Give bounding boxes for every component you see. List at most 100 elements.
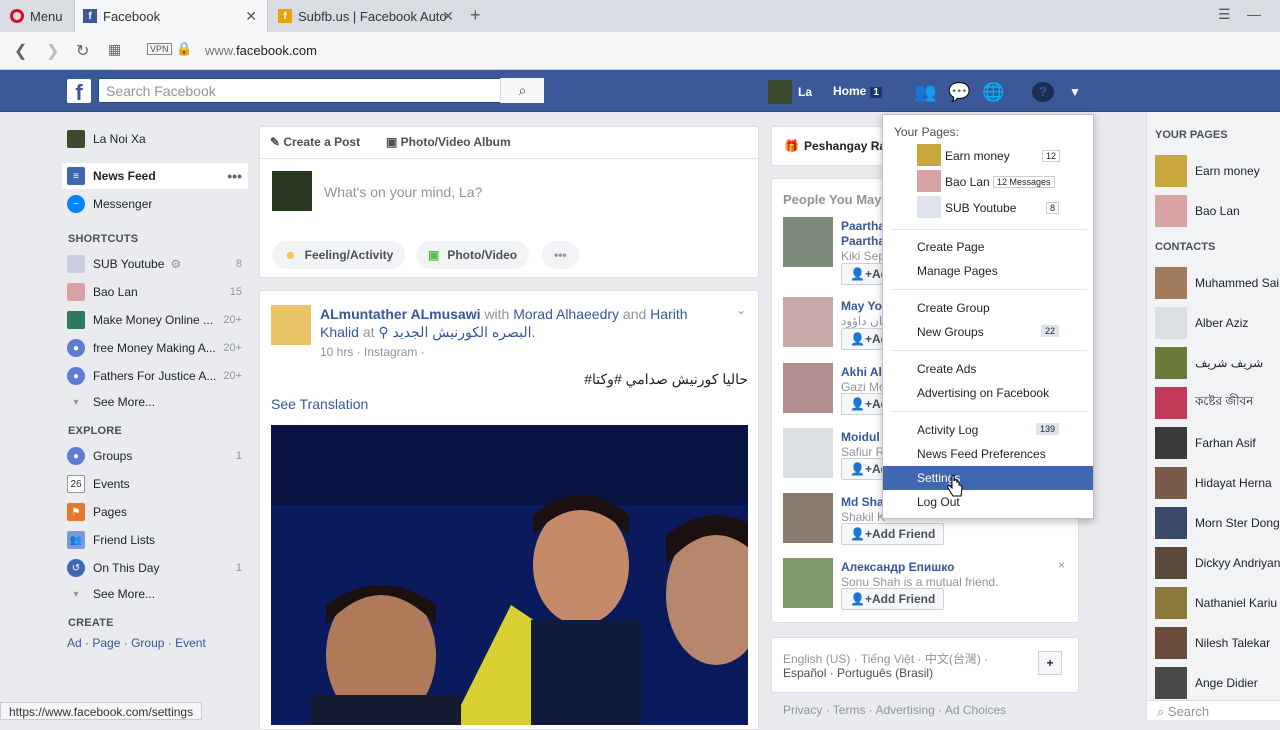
messages-icon[interactable]: 💬 <box>948 82 970 102</box>
footer-links[interactable]: Privacy · Terms · Advertising · Ad Choic… <box>783 703 1006 717</box>
person-name[interactable]: Md Sha <box>841 495 885 510</box>
language-links[interactable]: English (US) · Tiếng Việt · 中文(台灣) · <box>783 650 988 667</box>
add-friend-button[interactable]: 👤+ Add Friend <box>841 588 945 610</box>
shortcut-sub-youtube[interactable]: SUB Youtube ⚙ 8 <box>62 251 248 277</box>
dismiss-icon[interactable]: × <box>1058 558 1065 572</box>
contact-item[interactable]: Nathaniel Kariu <box>1155 587 1277 619</box>
back-icon[interactable]: ❮ <box>14 41 27 61</box>
sidebar-item-on-this-day[interactable]: ↺ On This Day 1 <box>62 555 248 581</box>
search-input[interactable]: Search Facebook <box>98 78 544 103</box>
photo-album-tab[interactable]: ▣ Photo/Video Album <box>386 135 511 149</box>
sidebar-item-messenger[interactable]: ~ Messenger <box>62 191 248 217</box>
speed-dial-icon[interactable]: ▦ <box>108 41 121 58</box>
create-ads-item[interactable]: Create Ads <box>917 362 976 376</box>
create-page-item[interactable]: Create Page <box>917 240 984 254</box>
post-author[interactable]: ALmuntather ALmusawi <box>320 306 481 322</box>
see-more-shortcuts[interactable]: ▾ See More... <box>62 389 248 415</box>
manage-pages-item[interactable]: Manage Pages <box>917 264 998 278</box>
friend-requests-icon[interactable]: 👥 <box>914 82 936 102</box>
page-suggest-name[interactable]: Peshangay Ra <box>804 139 886 153</box>
person-name[interactable]: Paartha <box>841 234 885 249</box>
add-friend-button[interactable]: 👤+ Add Friend <box>841 523 945 545</box>
close-tab-icon[interactable]: ✕ <box>245 8 257 25</box>
vpn-badge[interactable]: VPN <box>147 43 172 55</box>
person-name[interactable]: Moidul <box>841 430 884 445</box>
person-name[interactable]: Paartha <box>841 219 885 234</box>
profile-link-left[interactable]: La Noi Xa <box>62 126 248 152</box>
person-name[interactable]: Akhi Al <box>841 365 886 380</box>
create-ad-link[interactable]: Ad <box>67 636 82 650</box>
feeling-activity-button[interactable]: ☻ Feeling/Activity <box>272 241 406 269</box>
url-field[interactable]: www.facebook.com <box>205 43 317 58</box>
contact-item[interactable]: কষ্টের জীবন <box>1155 387 1253 419</box>
profile-link[interactable]: La <box>768 80 812 104</box>
sidebar-item-groups[interactable]: ● Groups 1 <box>62 443 248 469</box>
more-options-icon[interactable]: ••• <box>227 168 242 184</box>
sidebar-page-item[interactable]: Earn money <box>1155 155 1260 187</box>
reload-icon[interactable]: ↻ <box>76 41 89 61</box>
activity-log-item[interactable]: Activity Log <box>917 423 978 437</box>
post-location[interactable]: البصره الكورنيش الجديد. <box>393 324 536 340</box>
create-page-link[interactable]: Page <box>92 636 120 650</box>
contact-item[interactable]: Hidayat Herna <box>1155 467 1272 499</box>
page-sub-youtube[interactable]: SUB Youtube <box>945 201 1016 215</box>
notifications-globe-icon[interactable]: 🌐 <box>982 82 1004 102</box>
tab-menu-icon[interactable]: ☰ <box>1218 6 1231 23</box>
contact-item[interactable]: Dickyy Andriyan <box>1155 547 1280 579</box>
sidebar-item-events[interactable]: 26 Events <box>62 471 248 497</box>
see-more-explore[interactable]: ▾ See More... <box>62 581 248 607</box>
close-tab-icon[interactable]: ✕ <box>442 8 454 25</box>
contact-item[interactable]: Alber Aziz <box>1155 307 1248 339</box>
contact-item[interactable]: Nilesh Talekar <box>1155 627 1270 659</box>
contact-item[interactable]: Ange Didier <box>1155 667 1258 699</box>
minimize-icon[interactable]: — <box>1247 6 1261 22</box>
contact-item[interactable]: Morn Ster Dong <box>1155 507 1280 539</box>
new-groups-item[interactable]: New Groups <box>917 325 984 339</box>
sidebar-item-pages[interactable]: ⚑ Pages <box>62 499 248 525</box>
shortcut-bao-lan[interactable]: Bao Lan 15 <box>62 279 248 305</box>
contact-item[interactable]: Muhammed Sai <box>1155 267 1279 299</box>
account-menu-chevron-icon[interactable]: ▼ <box>1064 82 1086 102</box>
news-feed-preferences-item[interactable]: News Feed Preferences <box>917 447 1046 461</box>
add-language-button[interactable]: + <box>1038 651 1062 675</box>
create-event-link[interactable]: Event <box>175 636 206 650</box>
contact-item[interactable]: شريف شريف <box>1155 347 1263 379</box>
tab-facebook[interactable]: f Facebook ✕ <box>74 0 268 32</box>
post-options-chevron-icon[interactable]: ⌄ <box>736 303 746 317</box>
more-options-button[interactable]: ••• <box>542 241 579 269</box>
tagged-user[interactable]: Morad Alhaeedry <box>513 306 619 322</box>
see-translation-link[interactable]: See Translation <box>271 396 368 412</box>
search-icon[interactable]: ⌕ <box>500 78 544 103</box>
settings-gear-icon[interactable]: ⚙ <box>170 257 181 271</box>
forward-icon[interactable]: ❯ <box>46 41 59 61</box>
contact-item[interactable]: Farhan Asif <box>1155 427 1256 459</box>
person-name[interactable]: Александр Епишко <box>841 560 998 575</box>
group-icon: ● <box>67 367 85 385</box>
create-group-item[interactable]: Create Group <box>917 301 990 315</box>
help-icon[interactable]: ? <box>1032 82 1054 102</box>
page-bao-lan[interactable]: Bao Lan <box>945 175 990 189</box>
facebook-logo-icon[interactable]: f <box>67 79 91 103</box>
new-tab-icon[interactable]: + <box>470 5 481 26</box>
page-earn-money[interactable]: Earn money <box>945 149 1010 163</box>
sidebar-page-item[interactable]: Bao Lan <box>1155 195 1240 227</box>
create-group-link[interactable]: Group <box>131 636 164 650</box>
shortcut-make-money[interactable]: Make Money Online ... 20+ <box>62 307 248 333</box>
page-count-badge: 12 <box>1042 150 1061 162</box>
composer-input[interactable]: What's on your mind, La? <box>324 184 482 200</box>
page-count-badge: 8 <box>1046 202 1060 214</box>
shortcut-fathers[interactable]: ● Fathers For Justice A... 20+ <box>62 363 248 389</box>
gift-icon: 🎁 <box>784 139 799 153</box>
post-photo[interactable] <box>271 425 748 725</box>
shortcut-free-money[interactable]: ● free Money Making A... 20+ <box>62 335 248 361</box>
advertising-item[interactable]: Advertising on Facebook <box>917 386 1049 400</box>
photo-video-button[interactable]: ▣ Photo/Video <box>416 241 530 269</box>
language-links[interactable]: Español · Português (Brasil) <box>783 666 933 680</box>
chat-search-input[interactable]: ⌕ Search <box>1147 700 1280 720</box>
create-post-tab[interactable]: ✎ Create a Post <box>270 135 360 149</box>
sidebar-item-news-feed[interactable]: ≡ News Feed ••• <box>62 163 248 189</box>
opera-menu-button[interactable]: Menu <box>0 0 72 32</box>
tab-subfb[interactable]: f Subfb.us | Facebook Auto ✕ <box>270 0 464 32</box>
sidebar-item-friend-lists[interactable]: 👥 Friend Lists <box>62 527 248 553</box>
home-link[interactable]: Home 1 <box>833 84 882 98</box>
